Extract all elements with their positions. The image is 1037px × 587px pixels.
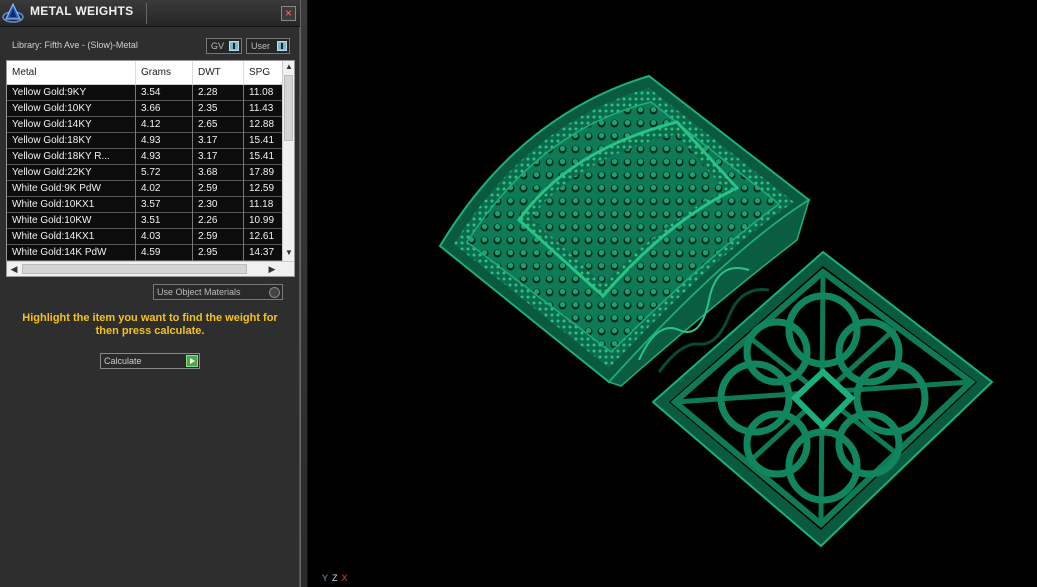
scroll-down-icon[interactable]: ▼ bbox=[283, 247, 295, 259]
cell-spg: 11.08 bbox=[244, 85, 283, 101]
cell-grams: 4.93 bbox=[136, 149, 193, 165]
scroll-up-icon[interactable]: ▲ bbox=[283, 61, 295, 73]
table-row[interactable]: Yellow Gold:22KY 5.72 3.68 17.89 bbox=[7, 165, 283, 181]
cell-spg: 15.41 bbox=[244, 149, 283, 165]
column-header-grams[interactable]: Grams bbox=[136, 61, 193, 85]
axis-indicator: YZX bbox=[322, 573, 352, 583]
cell-metal: White Gold:14K PdW bbox=[7, 245, 136, 261]
cell-metal: Yellow Gold:18KY R... bbox=[7, 149, 136, 165]
table-row[interactable]: White Gold:10KX1 3.57 2.30 11.18 bbox=[7, 197, 283, 213]
panel-splitter[interactable] bbox=[300, 0, 308, 587]
cell-metal: Yellow Gold:9KY bbox=[7, 85, 136, 101]
library-label: Library: Fifth Ave - (Slow)-Metal bbox=[12, 40, 138, 50]
viewport-canvas bbox=[438, 74, 994, 548]
table-body: Yellow Gold:9KY 3.54 2.28 11.08 Yellow Gold:… bbox=[7, 85, 283, 261]
cell-spg: 11.18 bbox=[244, 197, 283, 213]
panel-titlebar: METAL WEIGHTS × bbox=[0, 0, 300, 27]
gv-toggle-label: GV bbox=[211, 41, 225, 51]
cell-metal: Yellow Gold:18KY bbox=[7, 133, 136, 149]
vertical-scroll-thumb[interactable] bbox=[284, 75, 293, 141]
panel-title: METAL WEIGHTS bbox=[30, 4, 134, 18]
toggle-icon bbox=[277, 41, 287, 51]
cell-grams: 4.02 bbox=[136, 181, 193, 197]
cell-spg: 10.99 bbox=[244, 213, 283, 229]
user-toggle-label: User bbox=[251, 41, 271, 51]
cell-grams: 4.12 bbox=[136, 117, 193, 133]
axis-x-label: X bbox=[341, 573, 348, 583]
cell-grams: 3.51 bbox=[136, 213, 193, 229]
use-object-materials-label: Use Object Materials bbox=[157, 287, 241, 297]
metal-weights-panel: METAL WEIGHTS × Library: Fifth Ave - (Sl… bbox=[0, 0, 300, 587]
cell-grams: 5.72 bbox=[136, 165, 193, 181]
column-header-dwt[interactable]: DWT bbox=[193, 61, 244, 85]
cell-metal: White Gold:9K PdW bbox=[7, 181, 136, 197]
cell-dwt: 2.35 bbox=[193, 101, 244, 117]
table-row[interactable]: Yellow Gold:9KY 3.54 2.28 11.08 bbox=[7, 85, 283, 101]
instruction-text: Highlight the item you want to find the … bbox=[22, 312, 278, 337]
gv-toggle[interactable]: GV bbox=[206, 38, 242, 54]
vertical-scrollbar[interactable]: ▲ ▼ bbox=[282, 61, 294, 261]
cell-spg: 15.41 bbox=[244, 133, 283, 149]
table-row[interactable]: White Gold:9K PdW 4.02 2.59 12.59 bbox=[7, 181, 283, 197]
horizontal-scroll-thumb[interactable] bbox=[22, 264, 247, 274]
cell-dwt: 3.17 bbox=[193, 133, 244, 149]
cell-dwt: 3.68 bbox=[193, 165, 244, 181]
app-window: METAL WEIGHTS × Library: Fifth Ave - (Sl… bbox=[0, 0, 1037, 587]
3d-viewport[interactable] bbox=[309, 0, 1037, 587]
table-row[interactable]: White Gold:10KW 3.51 2.26 10.99 bbox=[7, 213, 283, 229]
table-row[interactable]: White Gold:14K PdW 4.59 2.95 14.37 bbox=[7, 245, 283, 261]
column-header-spg[interactable]: SPG bbox=[244, 61, 283, 85]
cell-spg: 12.59 bbox=[244, 181, 283, 197]
toggle-icon bbox=[229, 41, 239, 51]
axis-z-label: Z bbox=[332, 573, 338, 583]
cell-grams: 3.66 bbox=[136, 101, 193, 117]
table-row[interactable]: Yellow Gold:10KY 3.66 2.35 11.43 bbox=[7, 101, 283, 117]
user-toggle[interactable]: User bbox=[246, 38, 290, 54]
cell-metal: Yellow Gold:14KY bbox=[7, 117, 136, 133]
cell-spg: 17.89 bbox=[244, 165, 283, 181]
cell-grams: 3.54 bbox=[136, 85, 193, 101]
cell-grams: 3.57 bbox=[136, 197, 193, 213]
cell-dwt: 2.26 bbox=[193, 213, 244, 229]
cell-metal: Yellow Gold:10KY bbox=[7, 101, 136, 117]
cell-dwt: 2.28 bbox=[193, 85, 244, 101]
table-row[interactable]: Yellow Gold:18KY R... 4.93 3.17 15.41 bbox=[7, 149, 283, 165]
cell-dwt: 2.65 bbox=[193, 117, 244, 133]
cell-grams: 4.03 bbox=[136, 229, 193, 245]
cell-metal: White Gold:10KW bbox=[7, 213, 136, 229]
metal-table[interactable]: Metal Grams DWT SPG Yellow Gold:9KY 3.54 2… bbox=[6, 60, 295, 277]
table-row[interactable]: White Gold:14KX1 4.03 2.59 12.61 bbox=[7, 229, 283, 245]
cell-spg: 12.61 bbox=[244, 229, 283, 245]
play-arrow-icon bbox=[186, 355, 198, 367]
cell-metal: Yellow Gold:22KY bbox=[7, 165, 136, 181]
table-row[interactable]: Yellow Gold:14KY 4.12 2.65 12.88 bbox=[7, 117, 283, 133]
cell-dwt: 2.95 bbox=[193, 245, 244, 261]
cell-metal: White Gold:10KX1 bbox=[7, 197, 136, 213]
cell-dwt: 2.59 bbox=[193, 181, 244, 197]
horizontal-scrollbar[interactable]: ◀ ▶ bbox=[7, 261, 294, 276]
table-header: Metal Grams DWT SPG bbox=[7, 61, 283, 85]
column-header-metal[interactable]: Metal bbox=[7, 61, 136, 85]
cell-grams: 4.59 bbox=[136, 245, 193, 261]
axis-y-label: Y bbox=[322, 573, 329, 583]
cell-spg: 14.37 bbox=[244, 245, 283, 261]
cell-spg: 12.88 bbox=[244, 117, 283, 133]
title-divider bbox=[146, 3, 147, 24]
cell-metal: White Gold:14KX1 bbox=[7, 229, 136, 245]
cell-grams: 4.93 bbox=[136, 133, 193, 149]
close-button[interactable]: × bbox=[281, 6, 296, 21]
scroll-left-icon[interactable]: ◀ bbox=[7, 262, 21, 276]
use-object-materials-checkbox[interactable]: Use Object Materials bbox=[153, 284, 283, 300]
table-row[interactable]: Yellow Gold:18KY 4.93 3.17 15.41 bbox=[7, 133, 283, 149]
cell-dwt: 2.59 bbox=[193, 229, 244, 245]
cell-dwt: 3.17 bbox=[193, 149, 244, 165]
calculate-label: Calculate bbox=[104, 356, 142, 366]
cell-spg: 11.43 bbox=[244, 101, 283, 117]
app-logo-icon bbox=[2, 2, 24, 23]
calculate-button[interactable]: Calculate bbox=[100, 353, 200, 369]
checkbox-icon bbox=[269, 287, 280, 298]
scroll-right-icon[interactable]: ▶ bbox=[265, 262, 279, 276]
cell-dwt: 2.30 bbox=[193, 197, 244, 213]
